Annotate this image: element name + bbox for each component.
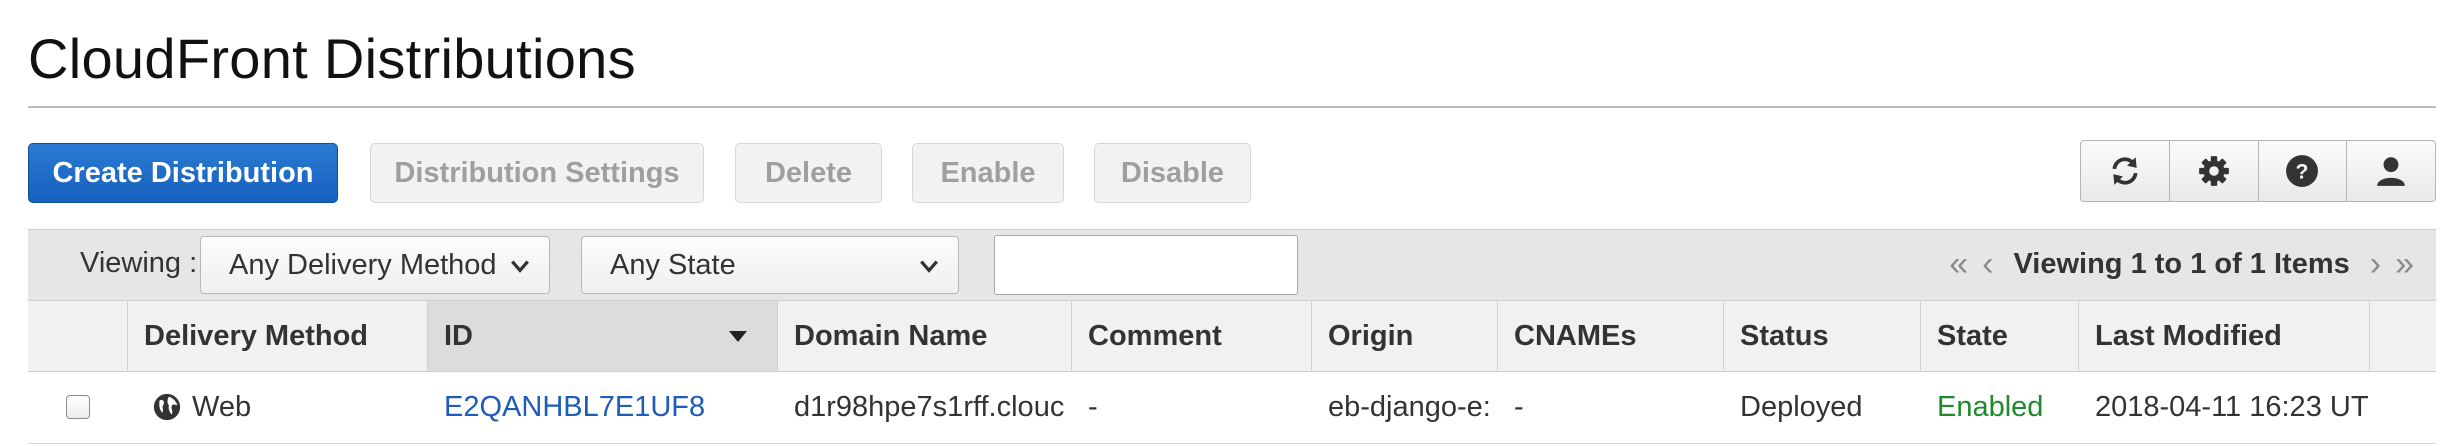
cell-id[interactable]: E2QANHBL7E1UF8 [428, 372, 778, 442]
cell-comment: - [1088, 390, 1098, 423]
viewing-label: Viewing : [80, 247, 198, 279]
column-header-cnames[interactable]: CNAMEs [1498, 301, 1724, 371]
cell-state: Enabled [1937, 390, 2044, 423]
create-distribution-button[interactable]: Create Distribution [28, 143, 338, 203]
first-page-icon[interactable]: « [1949, 247, 1968, 281]
sort-descending-icon [729, 331, 747, 342]
column-header-comment[interactable]: Comment [1072, 301, 1312, 371]
cell-delivery-method: Web [136, 372, 428, 442]
user-button[interactable] [2347, 141, 2435, 201]
column-header-origin[interactable]: Origin [1312, 301, 1498, 371]
row-checkbox[interactable] [66, 395, 90, 419]
prev-page-icon[interactable]: ‹ [1982, 247, 1993, 281]
delivery-method-value: Any Delivery Method [229, 248, 497, 281]
next-page-icon[interactable]: › [2370, 247, 2381, 281]
delete-button[interactable]: Delete [735, 143, 882, 203]
cell-cnames: - [1514, 390, 1524, 423]
column-header-delivery-method[interactable]: Delivery Method [128, 301, 428, 371]
disable-button[interactable]: Disable [1094, 143, 1251, 203]
table-row[interactable]: Web E2QANHBL7E1UF8 d1r98hpe7s1rff.clouc … [28, 372, 2436, 444]
toolbar-icon-group: ? [2080, 140, 2436, 202]
filter-bar: Viewing : Any Delivery Method Any State … [28, 229, 2436, 300]
refresh-button[interactable] [2081, 141, 2170, 201]
gear-icon [2198, 156, 2229, 186]
help-button[interactable]: ? [2259, 141, 2348, 201]
cell-last-modified: 2018-04-11 16:23 UT [2095, 390, 2369, 423]
pagination: « ‹ Viewing 1 to 1 of 1 Items › » [1949, 244, 2414, 284]
cell-domain-name: d1r98hpe7s1rff.clouc [794, 390, 1065, 423]
chevron-down-icon [511, 260, 529, 273]
cell-origin: eb-django-e: [1328, 390, 1491, 423]
enable-button[interactable]: Enable [912, 143, 1064, 203]
pagination-status: Viewing 1 to 1 of 1 Items [2013, 247, 2350, 280]
select-column-header [28, 301, 128, 371]
column-header-status[interactable]: Status [1724, 301, 1921, 371]
distribution-settings-button[interactable]: Distribution Settings [370, 143, 704, 203]
user-icon [2377, 157, 2405, 186]
state-select[interactable]: Any State [581, 236, 959, 294]
settings-button[interactable] [2170, 141, 2259, 201]
help-icon: ? [2286, 155, 2319, 187]
state-value: Any State [610, 248, 736, 281]
delivery-method-text: Web [192, 390, 252, 423]
page-title: CloudFront Distributions [28, 27, 636, 90]
chevron-down-icon [920, 260, 938, 273]
column-header-state[interactable]: State [1921, 301, 2079, 371]
column-header-last-modified[interactable]: Last Modified [2079, 301, 2370, 371]
cell-status: Deployed [1740, 390, 1863, 423]
column-header-id[interactable]: ID [428, 301, 778, 371]
table-header: Delivery Method ID Domain Name Comment O… [28, 300, 2436, 372]
search-input[interactable] [994, 235, 1298, 295]
column-header-domain-name[interactable]: Domain Name [778, 301, 1072, 371]
delivery-method-select[interactable]: Any Delivery Method [200, 236, 550, 294]
column-header-id-label: ID [444, 319, 473, 352]
refresh-icon [2112, 157, 2138, 185]
globe-icon [153, 393, 181, 421]
svg-text:?: ? [2296, 159, 2309, 183]
title-divider [28, 106, 2436, 108]
last-page-icon[interactable]: » [2395, 247, 2414, 281]
